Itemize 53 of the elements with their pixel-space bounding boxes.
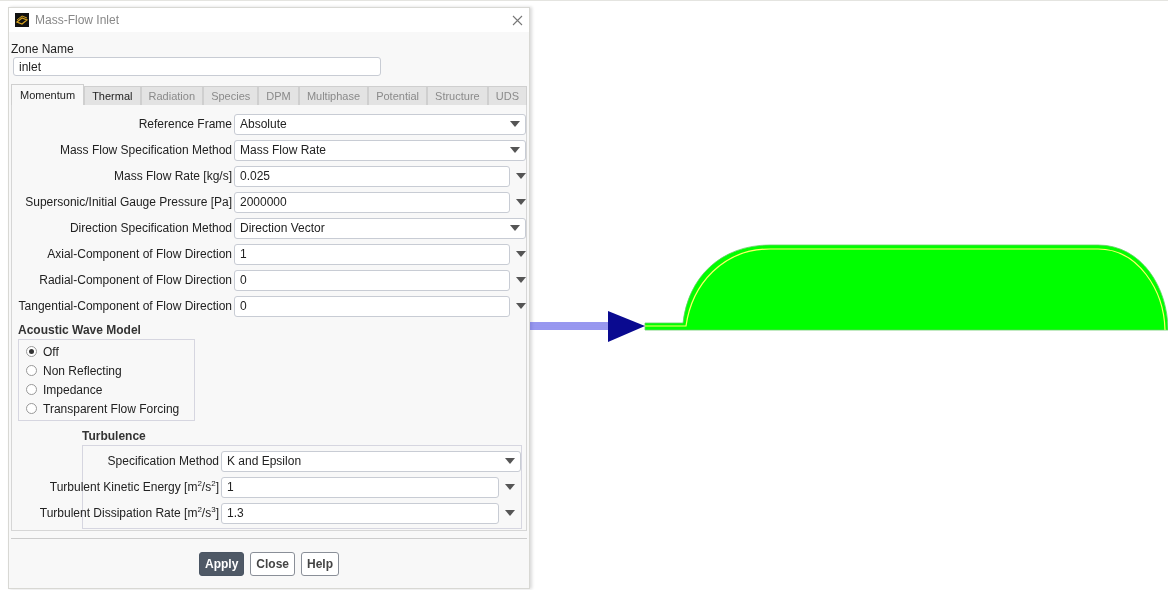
dropdown-arrow-icon[interactable] xyxy=(505,458,515,464)
dropdown-arrow-icon[interactable] xyxy=(510,225,520,231)
field-label: Radial-Component of Flow Direction xyxy=(39,273,232,287)
field-label: Tangential-Component of Flow Direction xyxy=(18,299,232,313)
dropdown-arrow-icon[interactable] xyxy=(505,510,515,516)
tab[interactable]: Thermal xyxy=(84,86,141,105)
dropdown-arrow-icon[interactable] xyxy=(516,199,526,205)
field-label: Mass Flow Rate [kg/s] xyxy=(113,169,232,183)
field-label: Zone Name xyxy=(11,42,75,56)
close-icon[interactable] xyxy=(512,14,523,26)
dropdown-arrow-icon[interactable] xyxy=(516,251,526,257)
radio-button[interactable] xyxy=(26,365,37,376)
field-label: Specification Method xyxy=(107,454,219,468)
field-label: Turbulent Kinetic Energy [m$^{2}$/s$^{2}$] xyxy=(49,480,219,494)
field-label: Axial-Component of Flow Direction xyxy=(47,247,232,261)
field-label: Turbulent Dissipation Rate [m$^{2}$/s$^{3}$] xyxy=(39,506,219,520)
dropdown-field[interactable]: K and Epsilon xyxy=(221,450,521,472)
input-field[interactable]: 1 xyxy=(221,476,499,498)
dropdown-field[interactable]: Direction Vector xyxy=(234,217,526,239)
input-field[interactable]: 1 xyxy=(234,243,510,265)
dialog-button[interactable]: Help xyxy=(301,552,339,576)
dropdown-arrow-icon[interactable] xyxy=(516,277,526,283)
input-field[interactable]: 0 xyxy=(234,295,510,317)
input-field[interactable]: 1.3 xyxy=(221,502,499,524)
section-heading: Acoustic Wave Model xyxy=(18,323,142,337)
dialog-button[interactable]: Close xyxy=(250,552,295,576)
radio-label[interactable]: Off xyxy=(43,344,59,359)
input-field[interactable]: 0.025 xyxy=(234,165,510,187)
radio-button[interactable] xyxy=(26,346,37,357)
dropdown-arrow-icon[interactable] xyxy=(516,303,526,309)
app-logo-icon xyxy=(15,13,29,27)
input-field[interactable]: 0 xyxy=(234,269,510,291)
radio-button[interactable] xyxy=(26,384,37,395)
dropdown-field[interactable]: Mass Flow Rate xyxy=(234,139,526,161)
section-heading: Turbulence xyxy=(82,429,147,443)
dropdown-arrow-icon[interactable] xyxy=(510,121,520,127)
field-label: Reference Frame xyxy=(138,117,232,131)
radio-label[interactable]: Non Reflecting xyxy=(43,363,122,378)
input-field[interactable]: inlet xyxy=(13,57,381,76)
dialog-button[interactable]: Apply xyxy=(198,552,245,576)
tab[interactable]: Momentum xyxy=(11,84,85,105)
radio-label[interactable]: Impedance xyxy=(43,382,103,397)
dropdown-field[interactable]: Absolute xyxy=(234,113,526,135)
field-label: Supersonic/Initial Gauge Pressure [Pa] xyxy=(25,195,232,209)
dropdown-arrow-icon[interactable] xyxy=(516,173,526,179)
radio-button[interactable] xyxy=(26,403,37,414)
dropdown-arrow-icon[interactable] xyxy=(510,147,520,153)
dropdown-arrow-icon[interactable] xyxy=(505,484,515,490)
window-title: Mass-Flow Inlet xyxy=(35,13,121,27)
input-field[interactable]: 2000000 xyxy=(234,191,510,213)
radio-label[interactable]: Transparent Flow Forcing xyxy=(43,401,180,416)
field-label: Direction Specification Method xyxy=(69,221,232,235)
field-label: Mass Flow Specification Method xyxy=(59,143,232,157)
